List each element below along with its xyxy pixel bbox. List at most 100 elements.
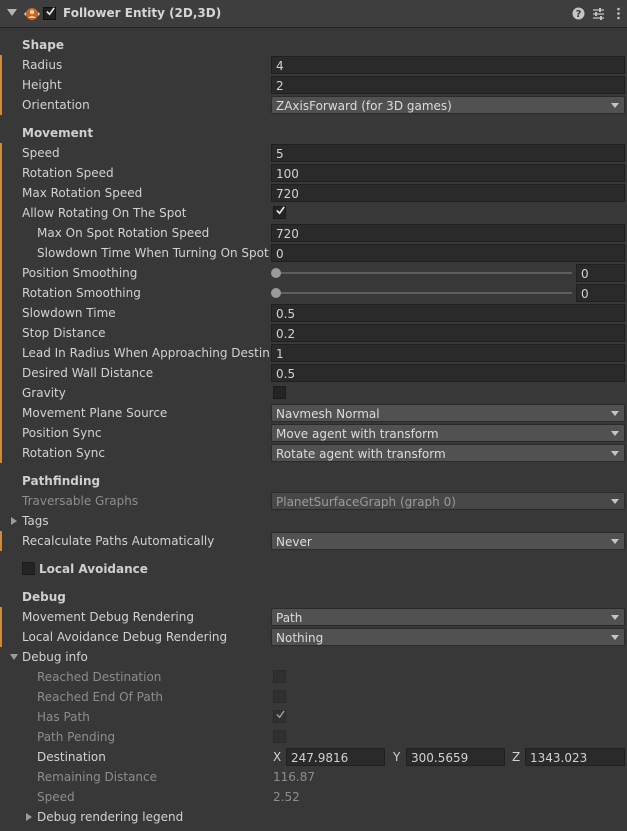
remaining-distance-value: 116.87 [273,770,315,784]
lead-in-field[interactable]: 1 [271,344,625,362]
section-movement: Movement [22,126,94,140]
component-header[interactable]: Follower Entity (2D,3D) ? [0,0,627,28]
dropdown-arrow-icon [611,539,619,544]
gravity-checkbox[interactable] [273,386,286,399]
height-field[interactable]: 2 [271,76,625,94]
modified-indicator [0,163,2,183]
legend-label: Debug rendering legend [37,810,184,824]
rotation-speed-field[interactable]: 100 [271,164,625,182]
path-pending-row: Path Pending [0,727,627,747]
local-avoidance-label: Local Avoidance [39,562,148,576]
destination-row: Destination X 247.9816 Y 300.5659 Z 1343… [0,747,627,767]
max-rotation-speed-field[interactable]: 720 [271,184,625,202]
max-on-spot-label: Max On Spot Rotation Speed [37,226,210,240]
modified-indicator [0,143,2,163]
tags-row[interactable]: Tags [0,511,627,531]
position-smoothing-label: Position Smoothing [22,266,138,280]
radius-field[interactable]: 4 [271,56,625,74]
slowdown-time-label: Slowdown Time [22,306,116,320]
position-sync-dropdown[interactable]: Move agent with transform [271,424,625,442]
position-smoothing-slider-handle[interactable] [271,268,281,278]
stop-distance-row: Stop Distance 0.2 [0,323,627,343]
plane-source-row: Movement Plane Source Navmesh Normal [0,403,627,423]
position-smoothing-slider-track[interactable] [276,272,572,274]
radius-label: Radius [22,58,63,72]
rotation-smoothing-slider-handle[interactable] [271,288,281,298]
dropdown-arrow-icon [611,635,619,640]
debug-speed-value: 2.52 [273,790,300,804]
wall-distance-field[interactable]: 0.5 [271,364,625,382]
reached-end-label: Reached End Of Path [37,690,164,704]
debug-speed-row: Speed 2.52 [0,787,627,807]
allow-rotating-row: Allow Rotating On The Spot [0,203,627,223]
max-on-spot-field[interactable]: 720 [271,224,625,242]
destination-z-label: Z [512,750,521,764]
component-enabled-checkbox[interactable] [43,7,56,20]
position-smoothing-row: Position Smoothing 0 [0,263,627,283]
destination-label: Destination [37,750,106,764]
component-title: Follower Entity (2D,3D) [63,6,222,20]
position-smoothing-field[interactable]: 0 [576,264,625,282]
orientation-dropdown[interactable]: ZAxisForward (for 3D games) [271,96,625,114]
modified-indicator [0,263,2,283]
avoidance-rendering-dropdown[interactable]: Nothing [271,628,625,646]
destination-y-label: Y [393,750,401,764]
rotation-smoothing-slider-track[interactable] [276,292,572,294]
help-icon[interactable]: ? [571,6,586,21]
graphs-dropdown[interactable]: PlanetSurfaceGraph (graph 0) [271,492,625,510]
has-path-row: Has Path [0,707,627,727]
modified-indicator [0,531,2,551]
modified-indicator [0,423,2,443]
destination-y-field[interactable]: 300.5659 [406,748,505,766]
reached-destination-row: Reached Destination [0,667,627,687]
rotation-smoothing-label: Rotation Smoothing [22,286,141,300]
local-avoidance-checkbox[interactable] [22,562,35,575]
rotation-smoothing-row: Rotation Smoothing 0 [0,283,627,303]
movement-rendering-value: Path [276,611,303,625]
plane-source-label: Movement Plane Source [22,406,168,420]
rotation-speed-row: Rotation Speed 100 [0,163,627,183]
max-on-spot-row: Max On Spot Rotation Speed 720 [0,223,627,243]
modified-indicator [0,323,2,343]
lead-in-row: Lead In Radius When Approaching Destinat… [0,343,627,363]
foldout-arrow-icon[interactable] [26,813,32,821]
slowdown-turning-row: Slowdown Time When Turning On Spot 0 [0,243,627,263]
path-pending-checkbox [273,730,286,743]
dropdown-arrow-icon [611,411,619,416]
kebab-menu-icon[interactable] [611,6,626,21]
foldout-arrow-icon[interactable] [7,9,17,16]
destination-z-field[interactable]: 1343.023 [525,748,625,766]
debug-info-row[interactable]: Debug info [0,647,627,667]
stop-distance-label: Stop Distance [22,326,106,340]
height-label: Height [22,78,62,92]
reached-destination-label: Reached Destination [37,670,162,684]
speed-field[interactable]: 5 [271,144,625,162]
max-rotation-speed-label: Max Rotation Speed [22,186,143,200]
slowdown-time-field[interactable]: 0.5 [271,304,625,322]
rotation-sync-dropdown[interactable]: Rotate agent with transform [271,444,625,462]
foldout-arrow-icon[interactable] [10,654,18,660]
movement-rendering-dropdown[interactable]: Path [271,608,625,626]
wall-distance-row: Desired Wall Distance 0.5 [0,363,627,383]
radius-row: Radius 4 [0,55,627,75]
rotation-smoothing-field[interactable]: 0 [576,284,625,302]
recalc-dropdown[interactable]: Never [271,532,625,550]
plane-source-dropdown[interactable]: Navmesh Normal [271,404,625,422]
graphs-value: PlanetSurfaceGraph (graph 0) [276,495,456,509]
checkmark-icon [276,206,285,215]
slowdown-turning-field[interactable]: 0 [271,244,625,262]
rotation-speed-label: Rotation Speed [22,166,114,180]
foldout-arrow-icon[interactable] [11,517,17,525]
allow-rotating-checkbox[interactable] [273,206,286,219]
destination-x-field[interactable]: 247.9816 [286,748,385,766]
preset-sliders-icon[interactable] [591,6,606,21]
svg-text:?: ? [576,9,582,20]
stop-distance-field[interactable]: 0.2 [271,324,625,342]
slowdown-time-row: Slowdown Time 0.5 [0,303,627,323]
legend-row[interactable]: Debug rendering legend [0,807,627,827]
wall-distance-label: Desired Wall Distance [22,366,154,380]
movement-rendering-label: Movement Debug Rendering [22,610,194,624]
dropdown-arrow-icon [611,499,619,504]
modified-indicator [0,75,2,95]
debug-info-label: Debug info [22,650,88,664]
